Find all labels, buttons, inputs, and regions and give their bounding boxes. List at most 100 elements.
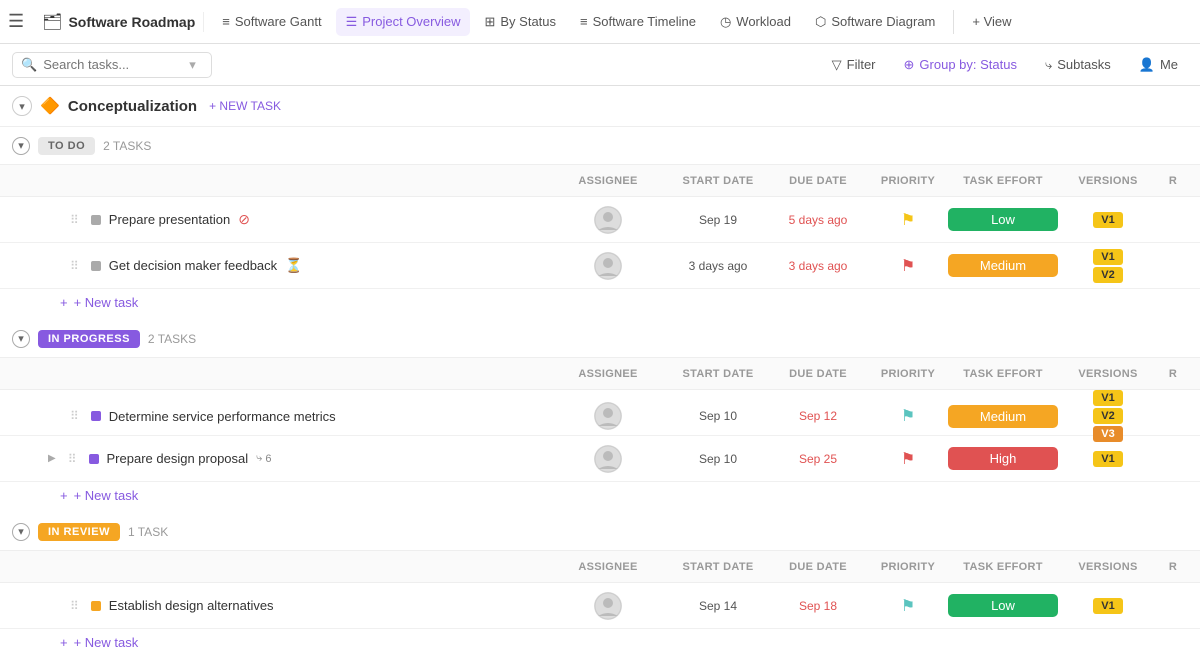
group-todo: ▾ TO DO 2 TASKS ASSIGNEE START DATE DUE … bbox=[0, 127, 1200, 316]
nav-divider bbox=[953, 10, 954, 34]
search-input[interactable] bbox=[43, 57, 183, 72]
version-tag: V1 bbox=[1093, 212, 1122, 228]
folder-icon: 🗂 bbox=[42, 12, 62, 32]
new-task-button-inprogress[interactable]: + + New task bbox=[0, 482, 1200, 509]
section-title: Conceptualization bbox=[68, 98, 197, 115]
group-header-todo[interactable]: ▾ TO DO 2 TASKS bbox=[0, 127, 1200, 165]
task-assignee[interactable] bbox=[594, 402, 622, 430]
section-collapse-button[interactable]: ▾ bbox=[12, 96, 32, 116]
drag-handle[interactable]: ⠿ bbox=[70, 213, 79, 227]
timeline-icon: ≡ bbox=[580, 14, 588, 29]
task-name[interactable]: Establish design alternatives bbox=[109, 598, 274, 613]
task-name-cell: ⠿ Prepare presentation ⊘ bbox=[48, 211, 548, 228]
col-headers-inreview: ASSIGNEE START DATE DUE DATE PRIORITY TA… bbox=[0, 551, 1200, 583]
section-new-task-button[interactable]: + NEW TASK bbox=[209, 99, 281, 113]
version-tag: V2 bbox=[1093, 267, 1122, 283]
tab-gantt[interactable]: ≡ Software Gantt bbox=[212, 8, 331, 35]
group-badge-todo: TO DO bbox=[38, 137, 95, 155]
col-effort-inprogress: TASK EFFORT bbox=[948, 368, 1058, 380]
groups-container: ▾ TO DO 2 TASKS ASSIGNEE START DATE DUE … bbox=[0, 127, 1200, 656]
task-name[interactable]: Get decision maker feedback bbox=[109, 258, 277, 273]
task-dot bbox=[91, 601, 101, 611]
filter-button[interactable]: ▽ Filter bbox=[822, 52, 886, 78]
task-name[interactable]: Determine service performance metrics bbox=[109, 409, 336, 424]
group-by-icon: ⊕ bbox=[904, 57, 915, 73]
col-effort-inreview: TASK EFFORT bbox=[948, 561, 1058, 573]
pending-icon: ⏳ bbox=[285, 257, 302, 274]
task-priority: ⚑ bbox=[868, 210, 948, 230]
task-versions-cell: V1 bbox=[1058, 598, 1158, 614]
task-priority: ⚑ bbox=[868, 406, 948, 426]
task-due-date: Sep 25 bbox=[768, 452, 868, 466]
col-versions-inprogress: VERSIONS bbox=[1058, 368, 1158, 380]
drag-handle[interactable]: ⠿ bbox=[70, 599, 79, 613]
task-assignee[interactable] bbox=[594, 445, 622, 473]
task-effort-cell: Low bbox=[948, 208, 1058, 231]
hamburger-icon[interactable]: ☰ bbox=[8, 11, 24, 32]
drag-handle[interactable]: ⠿ bbox=[70, 409, 79, 423]
group-collapse-inreview[interactable]: ▾ bbox=[12, 523, 30, 541]
version-tag: V2 bbox=[1093, 408, 1122, 424]
task-effort-badge: Medium bbox=[948, 254, 1058, 277]
group-by-button[interactable]: ⊕ Group by: Status bbox=[894, 52, 1027, 78]
subtask-count: ⤷6 bbox=[256, 452, 271, 465]
new-task-button-todo[interactable]: + + New task bbox=[0, 289, 1200, 316]
task-row: ⠿ Establish design alternatives Sep 14 S… bbox=[0, 583, 1200, 629]
tab-status[interactable]: ⊞ By Status bbox=[474, 8, 566, 36]
task-due-date: Sep 12 bbox=[768, 409, 868, 423]
version-tag: V1 bbox=[1093, 598, 1122, 614]
task-effort-cell: High bbox=[948, 447, 1058, 470]
expand-arrow[interactable]: ▶ bbox=[48, 453, 56, 464]
group-badge-inreview: IN REVIEW bbox=[38, 523, 120, 541]
tab-diagram[interactable]: ⬡ Software Diagram bbox=[805, 8, 945, 36]
task-versions-cell: V1 bbox=[1058, 212, 1158, 228]
task-due-date: Sep 18 bbox=[768, 599, 868, 613]
task-row: ⠿ Determine service performance metrics … bbox=[0, 390, 1200, 436]
subtasks-button[interactable]: ⤷ Subtasks bbox=[1035, 52, 1121, 78]
nav-title: Software Roadmap bbox=[68, 14, 195, 30]
task-priority: ⚑ bbox=[868, 449, 948, 469]
col-versions-todo: VERSIONS bbox=[1058, 175, 1158, 187]
plus-icon: + bbox=[60, 635, 68, 650]
task-versions-cell: V1V2 bbox=[1058, 249, 1158, 283]
tab-overview[interactable]: ☰ Project Overview bbox=[336, 8, 471, 36]
group-collapse-inprogress[interactable]: ▾ bbox=[12, 330, 30, 348]
group-header-inprogress[interactable]: ▾ IN PROGRESS 2 TASKS bbox=[0, 320, 1200, 358]
tab-timeline[interactable]: ≡ Software Timeline bbox=[570, 8, 706, 35]
diagram-icon: ⬡ bbox=[815, 14, 826, 30]
add-view-button[interactable]: + View bbox=[962, 8, 1021, 35]
col-r-todo: R bbox=[1158, 175, 1188, 187]
status-icon: ⊞ bbox=[484, 14, 495, 30]
col-assignee-inprogress: ASSIGNEE bbox=[548, 368, 668, 380]
group-task-count-todo: 2 TASKS bbox=[103, 139, 151, 153]
me-button[interactable]: 👤 Me bbox=[1129, 52, 1188, 78]
task-row: ⠿ Prepare presentation ⊘ Sep 19 5 days a… bbox=[0, 197, 1200, 243]
new-task-button-inreview[interactable]: + + New task bbox=[0, 629, 1200, 656]
task-start-date: 3 days ago bbox=[668, 259, 768, 273]
col-priority-todo: PRIORITY bbox=[868, 175, 948, 187]
drag-handle[interactable]: ⠿ bbox=[70, 259, 79, 273]
group-header-inreview[interactable]: ▾ IN REVIEW 1 TASK bbox=[0, 513, 1200, 551]
col-headers-todo: ASSIGNEE START DATE DUE DATE PRIORITY TA… bbox=[0, 165, 1200, 197]
top-nav: ☰ 🗂 Software Roadmap ≡ Software Gantt ☰ … bbox=[0, 0, 1200, 44]
task-name[interactable]: Prepare presentation bbox=[109, 212, 230, 227]
task-name[interactable]: Prepare design proposal bbox=[107, 451, 249, 466]
search-dropdown-icon[interactable]: ▾ bbox=[189, 57, 196, 73]
task-row: ▶ ⠿ Prepare design proposal ⤷6 Sep 10 Se… bbox=[0, 436, 1200, 482]
blocked-icon: ⊘ bbox=[238, 211, 250, 228]
task-effort-cell: Medium bbox=[948, 405, 1058, 428]
col-startdate-todo: START DATE bbox=[668, 175, 768, 187]
col-assignee-inreview: ASSIGNEE bbox=[548, 561, 668, 573]
group-collapse-todo[interactable]: ▾ bbox=[12, 137, 30, 155]
task-assignee[interactable] bbox=[594, 252, 622, 280]
task-assignee[interactable] bbox=[594, 592, 622, 620]
search-icon: 🔍 bbox=[21, 57, 37, 73]
drag-handle[interactable]: ⠿ bbox=[68, 452, 77, 466]
task-assignee[interactable] bbox=[594, 206, 622, 234]
version-tag: V1 bbox=[1093, 249, 1122, 265]
version-tag: V1 bbox=[1093, 390, 1122, 406]
tab-workload[interactable]: ◷ Workload bbox=[710, 8, 801, 36]
task-effort-badge: Low bbox=[948, 208, 1058, 231]
search-box[interactable]: 🔍 ▾ bbox=[12, 52, 212, 78]
task-due-date: 3 days ago bbox=[768, 259, 868, 273]
